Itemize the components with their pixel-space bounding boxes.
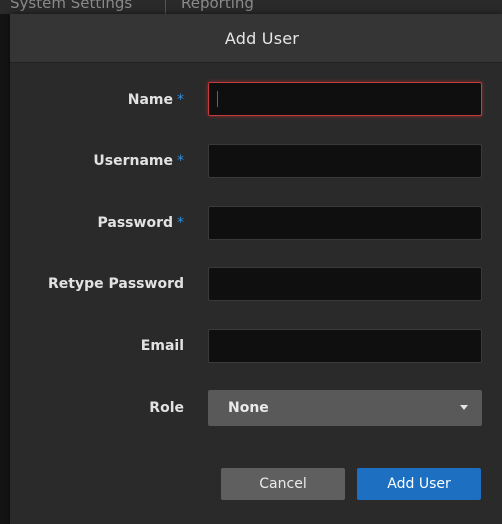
username-input[interactable]	[208, 144, 482, 178]
nav-divider	[165, 0, 166, 14]
role-selected-value: None	[228, 400, 269, 416]
username-label: Username *	[93, 153, 184, 169]
dialog-title: Add User	[224, 28, 300, 48]
add-user-dialog: Add User Name * Username * Password * Retyp…	[10, 14, 502, 524]
name-input[interactable]	[208, 82, 482, 116]
name-label: Name *	[128, 92, 184, 108]
role-label-text: Role	[149, 400, 184, 416]
email-label-text: Email	[140, 338, 184, 354]
background-nav: System Settings Reporting	[0, 0, 502, 14]
background-tab-system-settings: System Settings	[10, 0, 133, 12]
required-marker: *	[177, 92, 184, 108]
password-label-text: Password	[97, 215, 173, 231]
username-label-text: Username	[93, 153, 173, 169]
background-tab-reporting: Reporting	[181, 0, 254, 12]
name-label-text: Name	[127, 92, 173, 108]
password-input[interactable]	[208, 206, 482, 240]
retype-password-label-text: Retype Password	[48, 276, 184, 292]
role-label: Role	[149, 400, 184, 416]
required-marker: *	[177, 215, 184, 231]
email-label: Email	[141, 338, 184, 354]
password-label: Password *	[98, 215, 184, 231]
text-caret	[217, 91, 218, 107]
cancel-button[interactable]: Cancel	[221, 468, 345, 500]
required-marker: *	[177, 153, 184, 169]
role-select[interactable]: None	[208, 390, 482, 426]
retype-password-input[interactable]	[208, 267, 482, 301]
caret-down-icon	[460, 405, 468, 410]
dialog-header: Add User	[10, 14, 502, 63]
retype-password-label: Retype Password	[48, 276, 184, 292]
email-input[interactable]	[208, 329, 482, 363]
add-user-button[interactable]: Add User	[357, 468, 481, 500]
